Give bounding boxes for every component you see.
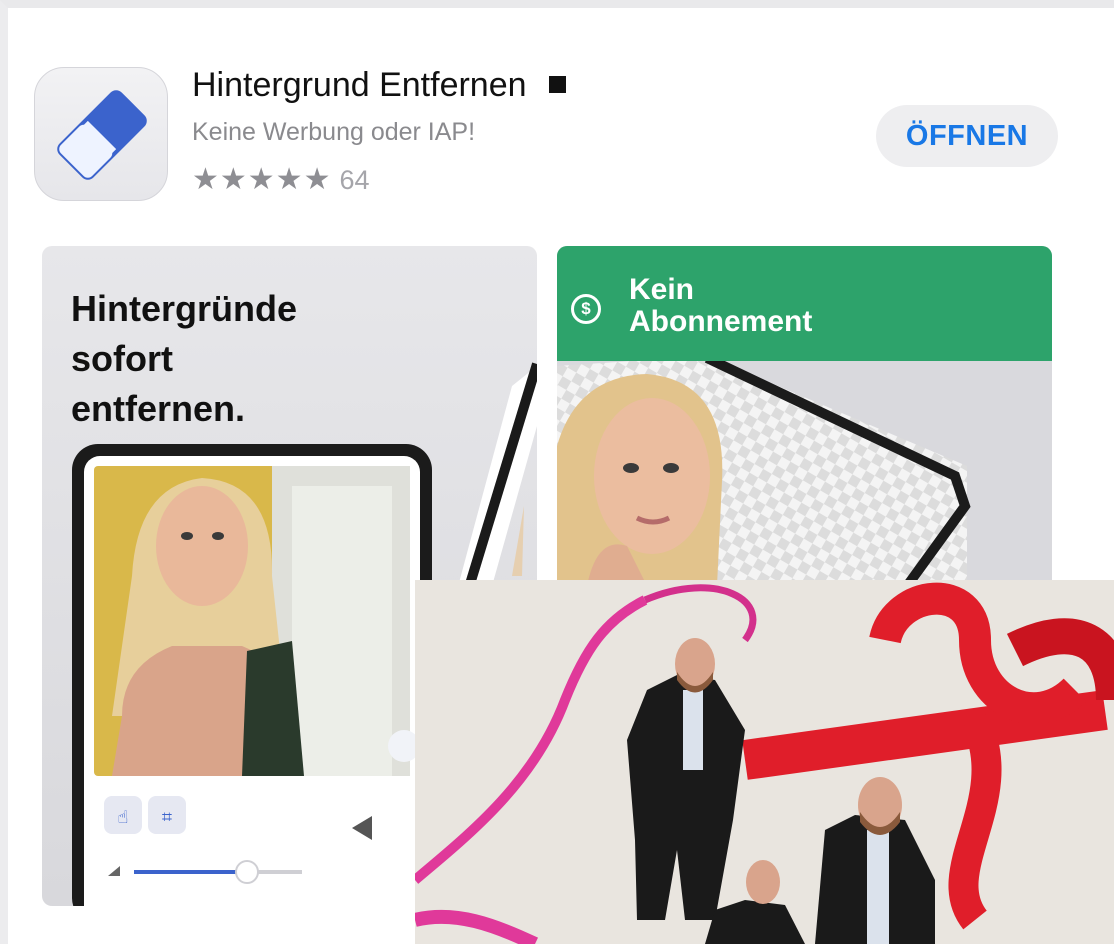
- screenshot-card-2[interactable]: $ Kein Abonnement: [557, 246, 1052, 586]
- stop-square-icon: [548, 75, 566, 93]
- app-title-text: Hintergrund Entfernen: [192, 66, 527, 104]
- svg-text:⌗: ⌗: [162, 807, 172, 828]
- svg-text:☝: ☝: [118, 807, 129, 828]
- banner-text: Kein Abonnement: [629, 273, 813, 338]
- rating-count: 64: [339, 164, 370, 195]
- no-subscription-banner: $ Kein Abonnement: [557, 246, 1052, 361]
- overlay-photo: [415, 580, 1114, 944]
- app-subtitle: Keine Werbung oder IAP!: [192, 118, 476, 146]
- no-subscription-icon: $: [571, 294, 601, 324]
- app-icon[interactable]: [34, 67, 168, 201]
- app-title[interactable]: Hintergrund Entfernen: [192, 66, 566, 105]
- star-rating-icon: ★★★★★: [192, 163, 332, 196]
- rating: ★★★★★ 64: [192, 163, 370, 197]
- eraser-icon: [57, 90, 147, 180]
- open-button[interactable]: ÖFFNEN: [876, 105, 1058, 167]
- ribbons-photo-image: [415, 580, 1114, 944]
